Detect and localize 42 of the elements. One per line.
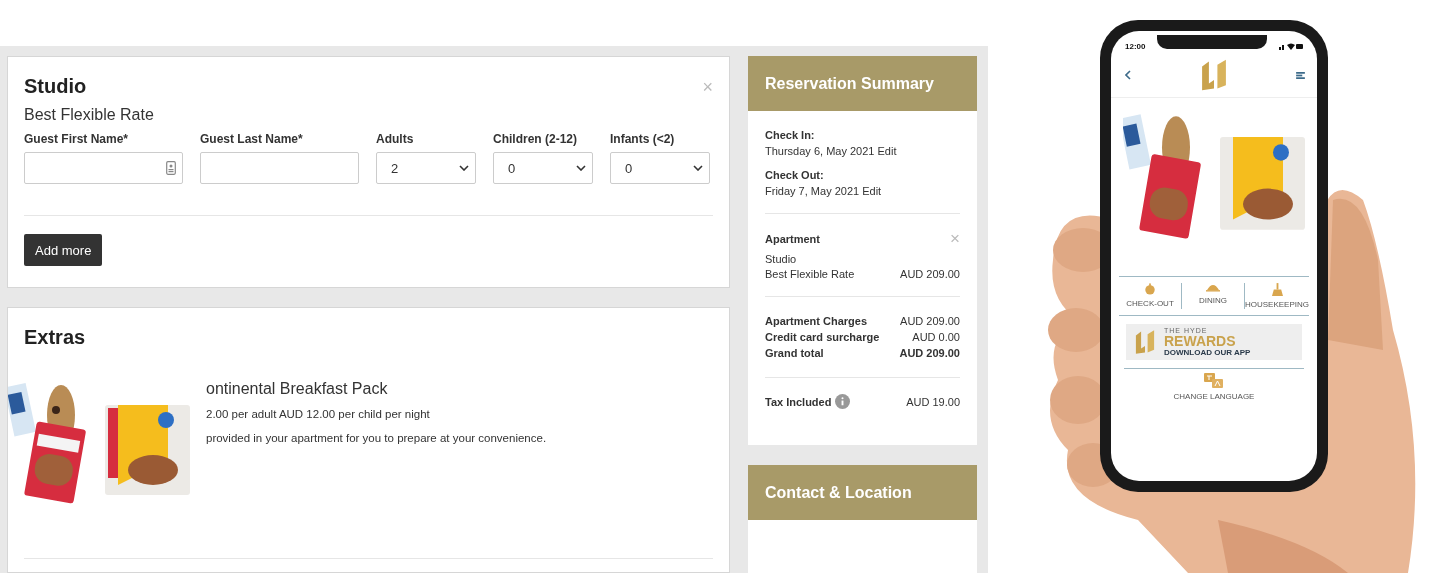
dropdown[interactable]: 2	[376, 152, 476, 184]
extra-name: ontinental Breakfast Pack	[206, 380, 389, 398]
total-amount: AUD 0.00	[912, 330, 960, 345]
room-title: Studio	[24, 75, 87, 98]
contact-card-icon	[166, 161, 176, 175]
field-label: Guest Last Name*	[200, 132, 304, 146]
panel-title: Reservation Summary	[765, 74, 934, 93]
chevron-down-icon	[576, 165, 586, 171]
apartment-label: Apartment	[765, 232, 820, 245]
total-label: Apartment Charges	[765, 314, 868, 329]
field-label: Adults	[376, 132, 415, 146]
rate-name: Best Flexible Rate	[24, 106, 155, 124]
extra-description: provided in your apartment for you to prepare at your convenience.	[206, 432, 547, 444]
dropdown[interactable]: 0	[610, 152, 710, 184]
extra-price: 2.00 per adult AUD 12.00 per child per night	[206, 408, 431, 420]
field-label: Infants (<2)	[610, 132, 676, 146]
tax-amount: AUD 19.00	[906, 395, 960, 408]
dropdown[interactable]: 0	[493, 152, 593, 184]
info-icon[interactable]	[835, 394, 851, 409]
chevron-down-icon	[459, 165, 469, 171]
date-label: Check Out:	[765, 169, 825, 181]
input-field[interactable]	[24, 152, 183, 184]
total-label: Credit card surcharge	[765, 330, 880, 345]
total-amount: AUD 209.00	[899, 346, 960, 361]
input-field[interactable]	[200, 152, 359, 184]
total-label: Grand total	[765, 346, 824, 361]
edit-link[interactable]: Edit	[877, 145, 897, 157]
date-label: Check In:	[765, 129, 816, 141]
section-title: Extras	[24, 326, 87, 349]
room-name: Studio	[765, 253, 798, 265]
chevron-down-icon	[693, 165, 703, 171]
field-label: Children (2-12)	[493, 132, 578, 146]
date-text: Friday 7, May 2021	[765, 185, 860, 197]
date-text: Thursday 6, May 2021	[765, 145, 875, 157]
panel-title: Contact & Location	[765, 483, 912, 502]
rate-name: Best Flexible Rate	[765, 268, 855, 280]
add-more-button[interactable]: Add more	[24, 234, 103, 266]
edit-link[interactable]: Edit	[862, 185, 882, 197]
field-label: Guest First Name*	[24, 132, 130, 146]
total-amount: AUD 209.00	[900, 314, 960, 329]
price: AUD 209.00	[900, 268, 960, 280]
tax-label: Tax Included	[765, 395, 832, 408]
